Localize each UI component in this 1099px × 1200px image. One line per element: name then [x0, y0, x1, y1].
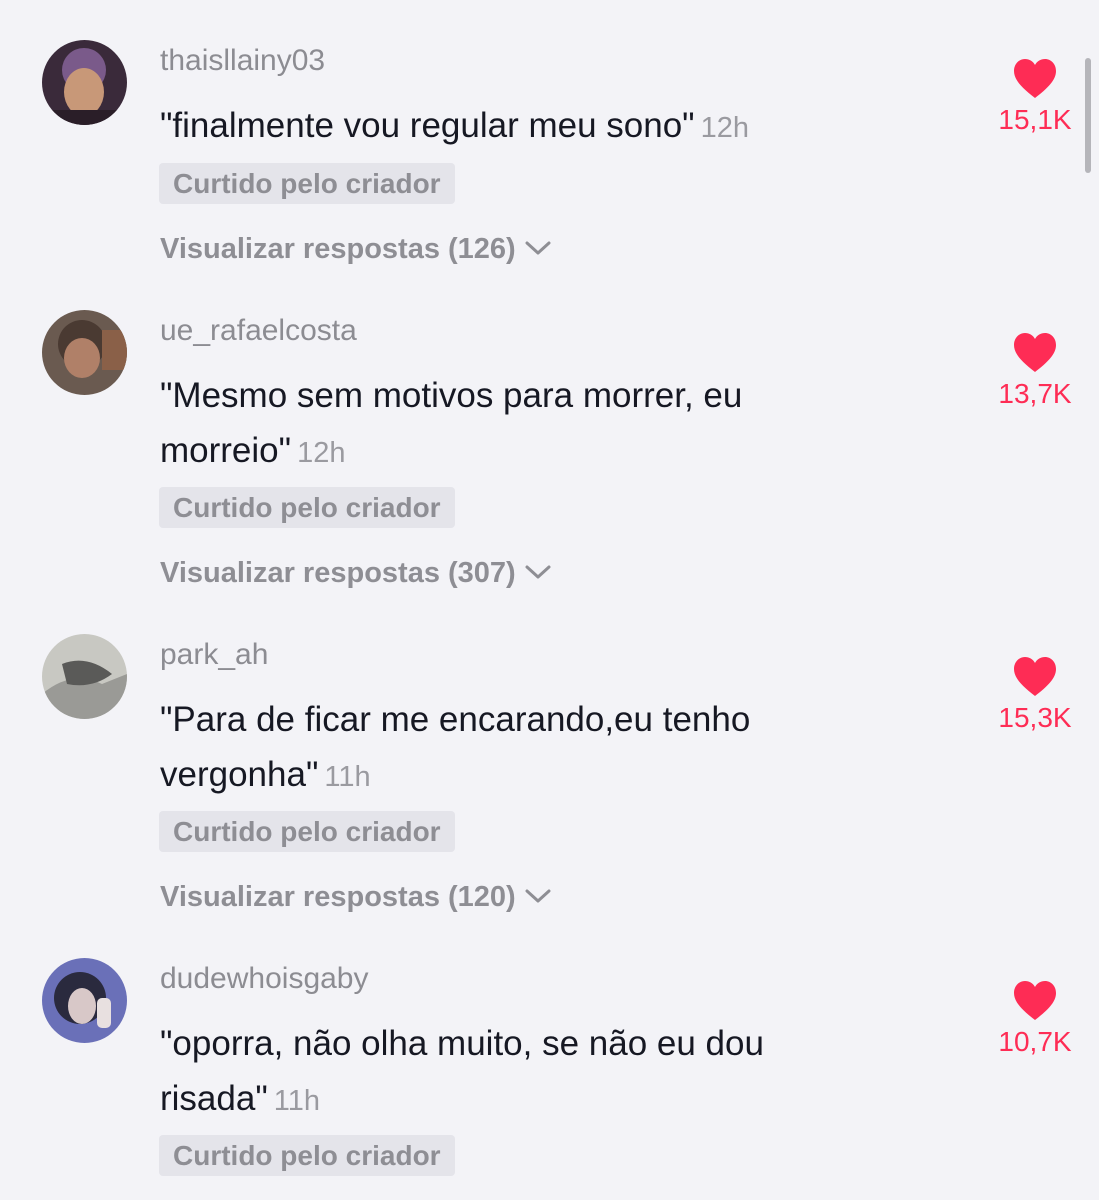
comment-time: 11h	[273, 1085, 320, 1117]
liked-by-creator-badge: Curtido pelo criador	[159, 1135, 455, 1176]
heart-icon	[1014, 981, 1056, 1020]
heart-icon	[1014, 657, 1056, 696]
comment-text: "finalmente vou regular meu sono" 12h	[160, 106, 749, 145]
like-count: 10,7K	[998, 1026, 1072, 1057]
comment-text: "Mesmo sem motivos para morrer, eu morre…	[160, 376, 743, 470]
view-replies-label: Visualizar respostas (307)	[160, 557, 516, 589]
view-replies-button[interactable]: Visualizar respostas (126)	[160, 233, 552, 266]
like-count: 13,7K	[998, 378, 1072, 409]
comment-text: "Para de ficar me encarando,eu tenho ver…	[160, 700, 751, 794]
heart-icon	[1014, 59, 1056, 98]
avatar[interactable]	[42, 958, 127, 1043]
chevron-down-icon	[524, 233, 552, 266]
view-replies-button[interactable]: Visualizar respostas (120)	[160, 881, 552, 914]
comment-time: 12h	[297, 437, 346, 469]
chevron-down-icon	[524, 881, 552, 914]
comment-username[interactable]: thaisllainy03	[160, 44, 325, 78]
like-button[interactable]: 10,7K	[985, 980, 1085, 1058]
comment-text: "oporra, não olha muito, se não eu dou r…	[160, 1024, 764, 1118]
chevron-down-icon	[524, 557, 552, 590]
comment-time: 12h	[700, 112, 749, 144]
heart-icon	[1014, 333, 1056, 372]
liked-by-creator-badge: Curtido pelo criador	[159, 487, 455, 528]
scrollbar[interactable]	[1085, 58, 1091, 173]
view-replies-label: Visualizar respostas (126)	[160, 233, 516, 265]
like-count: 15,3K	[998, 702, 1072, 733]
like-button[interactable]: 15,1K	[985, 58, 1085, 136]
liked-by-creator-badge: Curtido pelo criador	[159, 163, 455, 204]
view-replies-button[interactable]: Visualizar respostas (307)	[160, 557, 552, 590]
comment-username[interactable]: park_ah	[160, 638, 268, 672]
avatar[interactable]	[42, 310, 127, 395]
avatar[interactable]	[42, 40, 127, 125]
liked-by-creator-badge: Curtido pelo criador	[159, 811, 455, 852]
like-button[interactable]: 15,3K	[985, 656, 1085, 734]
like-count: 15,1K	[998, 104, 1072, 135]
view-replies-label: Visualizar respostas (120)	[160, 881, 516, 913]
comment-username[interactable]: dudewhoisgaby	[160, 962, 369, 996]
like-button[interactable]: 13,7K	[985, 332, 1085, 410]
comment-username[interactable]: ue_rafaelcosta	[160, 314, 357, 348]
avatar[interactable]	[42, 634, 127, 719]
comment-time: 11h	[324, 761, 371, 793]
